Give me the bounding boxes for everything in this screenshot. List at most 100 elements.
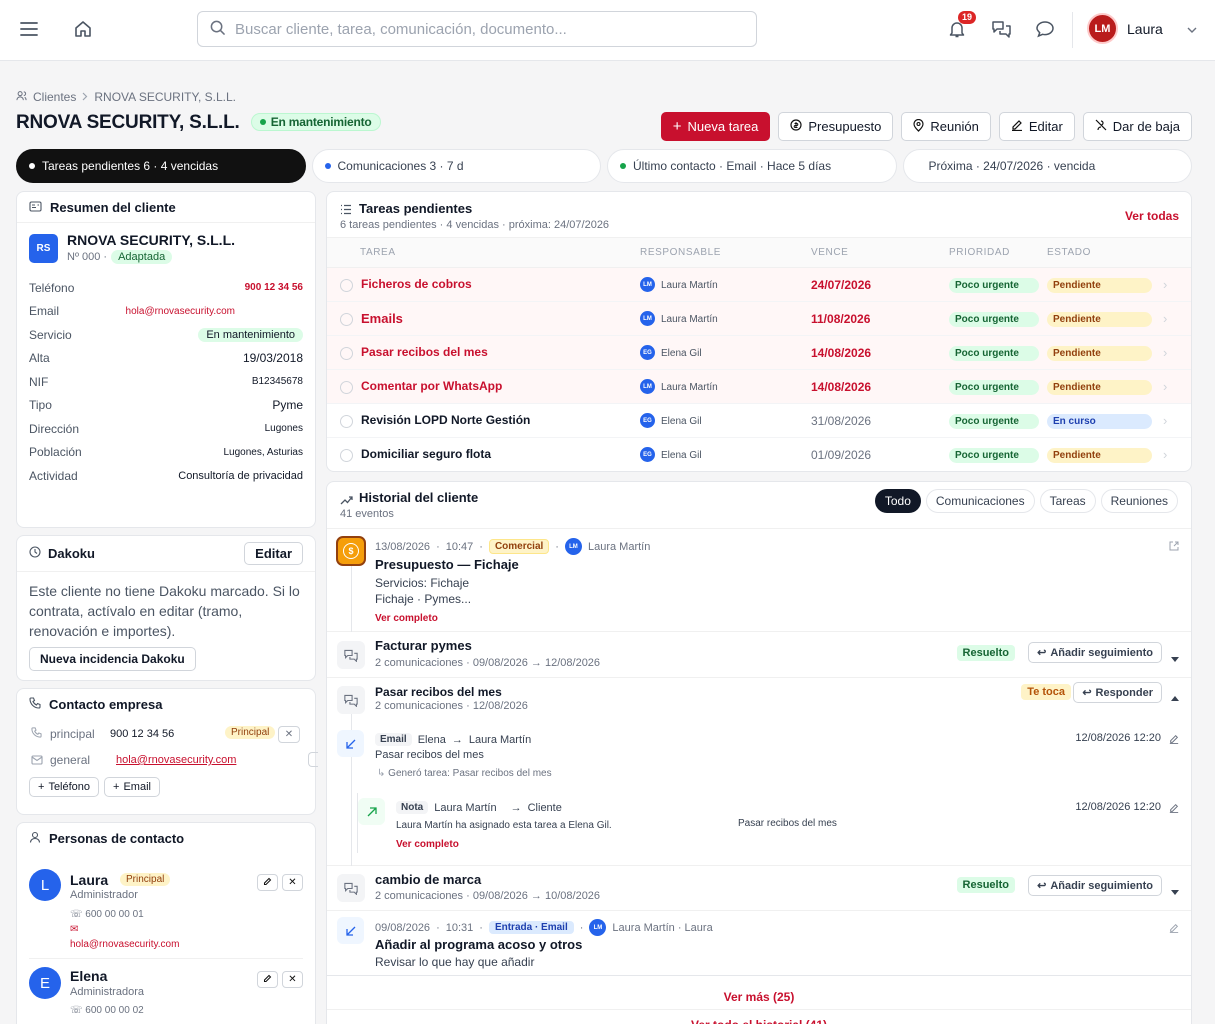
task-row[interactable]: Pasar recibos del mes EG Elena Gil 14/08/20… [327,335,1191,370]
view-all-tasks-link[interactable]: Ver todas [1125,209,1179,223]
caret-down-icon[interactable] [1171,650,1179,665]
menu-icon[interactable] [19,19,39,39]
view-full-link[interactable]: Ver completo [375,613,438,624]
delete-person-button[interactable]: ✕ [282,971,303,988]
edit-icon[interactable] [1169,801,1179,816]
open-external-icon[interactable] [1169,539,1179,554]
history-thread[interactable]: Facturar pymes 2 comunicaciones · 09/08/… [327,632,1191,678]
task-row[interactable]: Ficheros de cobros LM Laura Martín 24/07/20… [327,267,1191,302]
person-card: L Laura Principal Administrador ☏ 600 00… [29,853,303,959]
person-phone[interactable]: ☏ 600 00 00 02 [70,1005,144,1016]
history-thread[interactable]: cambio de marca 2 comunicaciones · 09/08… [327,866,1191,911]
user-menu[interactable]: LM Laura [1087,13,1197,44]
remove-email-button[interactable] [308,752,318,767]
chevron-right-icon[interactable]: › [1163,277,1167,292]
task-row[interactable]: Comentar por WhatsApp LM Laura Martín 14/08… [327,369,1191,404]
thread-title[interactable]: Pasar recibos del mes [375,685,502,699]
person-avatar: E [29,967,61,999]
task-row[interactable]: Domiciliar seguro flota EG Elena Gil 01/09/… [327,437,1191,471]
generated-task[interactable]: ↳ Generó tarea: Pasar recibos del mes [377,768,552,779]
breadcrumb-clients-link[interactable]: Clientes [33,90,76,104]
task-checkbox[interactable] [340,346,353,360]
task-checkbox[interactable] [340,414,353,428]
task-checkbox[interactable] [340,448,353,462]
edit-person-button[interactable] [257,971,278,988]
header-actions: + Nueva tarea Presupuesto Reunión Editar … [660,112,1192,141]
view-full-history-button[interactable]: Ver todo el historial (41) [327,1009,1191,1024]
caret-up-icon[interactable] [1171,689,1179,704]
add-phone-button[interactable]: + Teléfono [29,777,100,797]
event-line: Fichaje · Pymes... [375,592,472,606]
chevron-right-icon[interactable]: › [1163,447,1167,462]
view-full-link[interactable]: Ver completo [396,839,459,850]
conversations-icon [337,874,365,902]
plus-icon: + [38,781,45,793]
remove-phone-button[interactable]: ✕ [278,726,300,743]
message-date: 12/08/2026 12:20 [1075,801,1161,813]
summary-key: Población [29,445,82,460]
filter-communications[interactable]: Comunicaciones [925,489,1035,513]
user-x-icon [1095,119,1107,134]
search-bar[interactable] [197,11,757,47]
edit-icon[interactable] [1169,732,1179,747]
pill-last-contact[interactable]: Último contacto · Email · Hace 5 días [607,149,897,183]
outgoing-arrow-icon [358,798,385,825]
column-header: TAREA [327,237,640,268]
history-event: $ 13/08/2026 · 10:47 · Comercial · LM Laura… [327,529,1191,632]
chat-icon[interactable] [1035,19,1055,39]
edit-button[interactable]: Editar [998,112,1075,141]
edit-person-button[interactable] [257,874,278,891]
company-email[interactable]: hola@rnovasecurity.com [116,754,236,766]
filter-tasks[interactable]: Tareas [1039,489,1096,513]
task-checkbox[interactable] [340,380,353,394]
event-title[interactable]: Presupuesto — Fichaje [375,557,519,572]
new-task-button[interactable]: + Nueva tarea [660,112,771,141]
status-badge: En curso [1047,413,1152,429]
company-phone[interactable]: 900 12 34 56 [110,728,174,740]
chevron-right-icon[interactable]: › [1163,379,1167,394]
delete-person-button[interactable]: ✕ [282,874,303,891]
budget-button[interactable]: Presupuesto [778,112,894,141]
event-title[interactable]: Añadir al programa acoso y otros [375,937,582,952]
chevron-right-icon[interactable]: › [1163,311,1167,326]
new-dakoku-incident-button[interactable]: Nueva incidencia Dakoku [29,647,196,671]
unsubscribe-button[interactable]: Dar de baja [1082,112,1192,141]
task-row[interactable]: Revisión LOPD Norte Gestión EG Elena Gil 31… [327,403,1191,438]
client-summary-header: Resumen del cliente [17,192,315,223]
caret-down-icon[interactable] [1171,883,1179,898]
status-badge: Pendiente [1047,447,1152,463]
task-row[interactable]: Emails LM Laura Martín 11/08/2026 Poco urgen… [327,301,1191,336]
task-owner: Elena Gil [661,415,702,427]
task-checkbox[interactable] [340,313,353,327]
summary-value[interactable]: 900 12 34 56 [245,282,303,293]
person-role: Administradora [70,986,144,998]
task-name: Emails [361,310,403,326]
task-checkbox[interactable] [340,278,353,292]
add-email-button[interactable]: + Email [104,777,160,797]
search-input[interactable] [235,20,715,38]
pill-pending-tasks[interactable]: Tareas pendientes 6 · 4 vencidas [16,149,306,183]
add-followup-button[interactable]: ↩ Añadir seguimiento [1028,642,1162,663]
view-more-button[interactable]: Ver más (25) [327,976,1191,1009]
add-followup-button[interactable]: ↩ Añadir seguimiento [1028,875,1162,896]
person-phone[interactable]: ☏ 600 00 00 01 [70,909,144,920]
pill-next[interactable]: Próxima · 24/07/2026 · vencida [902,149,1192,183]
reply-button[interactable]: ↩ Responder [1073,682,1162,703]
chevron-right-icon[interactable]: › [1163,345,1167,360]
filter-all[interactable]: Todo [874,489,921,513]
task-due: 31/08/2026 [811,413,872,428]
summary-value[interactable]: hola@rnovasecurity.com [126,306,235,317]
person-email[interactable]: hola@rnovasecurity.com [70,939,179,950]
dakoku-edit-button[interactable]: Editar [244,542,303,565]
conversations-icon[interactable] [991,19,1011,39]
chevron-right-icon[interactable]: › [1163,413,1167,428]
edit-icon[interactable] [1169,921,1179,936]
meeting-button[interactable]: Reunión [901,112,991,141]
pill-communications[interactable]: Comunicaciones 3 · 7 d [311,149,601,183]
reply-icon: ↩ [1037,647,1047,659]
filter-meetings[interactable]: Reuniones [1100,489,1178,513]
home-icon[interactable] [73,19,93,39]
plus-icon: + [672,117,682,135]
tasks-subtitle: 6 tareas pendientes · 4 vencidas · próxi… [340,219,610,231]
owner-avatar: EG [640,345,655,361]
